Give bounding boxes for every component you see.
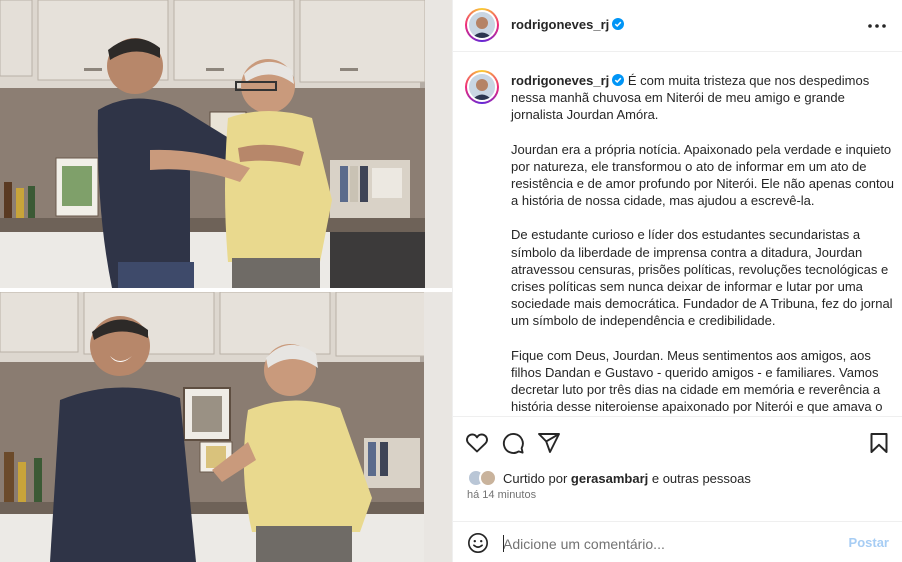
verified-badge-icon <box>612 74 625 86</box>
liker-avatar <box>479 469 497 487</box>
caption-area: rodrigoneves_rj É com muita tristeza que… <box>453 52 902 416</box>
caption-text: rodrigoneves_rj É com muita tristeza que… <box>511 72 895 416</box>
comment-input[interactable] <box>503 534 823 554</box>
more-options-button[interactable] <box>865 14 889 38</box>
caption-username[interactable]: rodrigoneves_rj <box>511 73 625 88</box>
likes-user-link[interactable]: gerasambarj <box>571 471 648 486</box>
bookmark-icon <box>870 433 888 453</box>
avatar-photo-icon <box>469 74 495 100</box>
caption-paragraph-4: Fique com Deus, Jourdan. Meus sentimento… <box>511 347 883 415</box>
post-comment-button[interactable]: Postar <box>849 535 889 550</box>
post-media[interactable] <box>0 0 452 562</box>
like-button[interactable] <box>465 431 491 457</box>
likes-summary[interactable]: Curtido por gerasambarj e outras pessoas <box>467 469 751 487</box>
heart-icon <box>466 433 488 453</box>
save-button[interactable] <box>867 431 893 457</box>
post-actions: Curtido por gerasambarj e outras pessoas… <box>453 416 902 562</box>
likes-text: Curtido por gerasambarj e outras pessoas <box>503 471 751 486</box>
comment-box: Postar <box>453 521 902 562</box>
caption-paragraph: rodrigoneves_rj É com muita tristeza que… <box>511 72 895 124</box>
photo-portrait <box>0 292 452 562</box>
comment-button[interactable] <box>501 431 527 457</box>
photo-embrace <box>0 0 452 288</box>
author-avatar[interactable] <box>465 8 499 42</box>
caption-paragraph-2: Jourdan era a própria notícia. Apaixonad… <box>511 141 895 209</box>
likes-prefix: Curtido por <box>503 470 571 486</box>
emoji-button[interactable] <box>467 532 489 554</box>
post-sidebar: rodrigoneves_rj rodrigoneves_rj É com mu… <box>452 0 902 562</box>
comment-icon <box>502 433 524 454</box>
avatar-photo-icon <box>469 12 495 38</box>
text-cursor <box>503 535 504 552</box>
post-header: rodrigoneves_rj <box>453 0 902 52</box>
username-text[interactable]: rodrigoneves_rj <box>511 17 609 32</box>
caption-paragraph-3: De estudante curioso e líder dos estudan… <box>511 227 893 329</box>
verified-badge-icon <box>612 18 625 30</box>
share-button[interactable] <box>537 431 563 457</box>
caption-author-avatar[interactable] <box>465 70 499 104</box>
more-horizontal-icon <box>868 24 886 28</box>
author-username[interactable]: rodrigoneves_rj <box>511 17 625 32</box>
post-dialog: rodrigoneves_rj rodrigoneves_rj É com mu… <box>0 0 902 562</box>
action-bar <box>465 431 891 457</box>
post-timestamp[interactable]: há 14 minutos <box>467 489 536 501</box>
share-icon <box>538 433 560 453</box>
smiley-icon <box>468 533 488 553</box>
likes-suffix: e outras pessoas <box>648 470 751 486</box>
